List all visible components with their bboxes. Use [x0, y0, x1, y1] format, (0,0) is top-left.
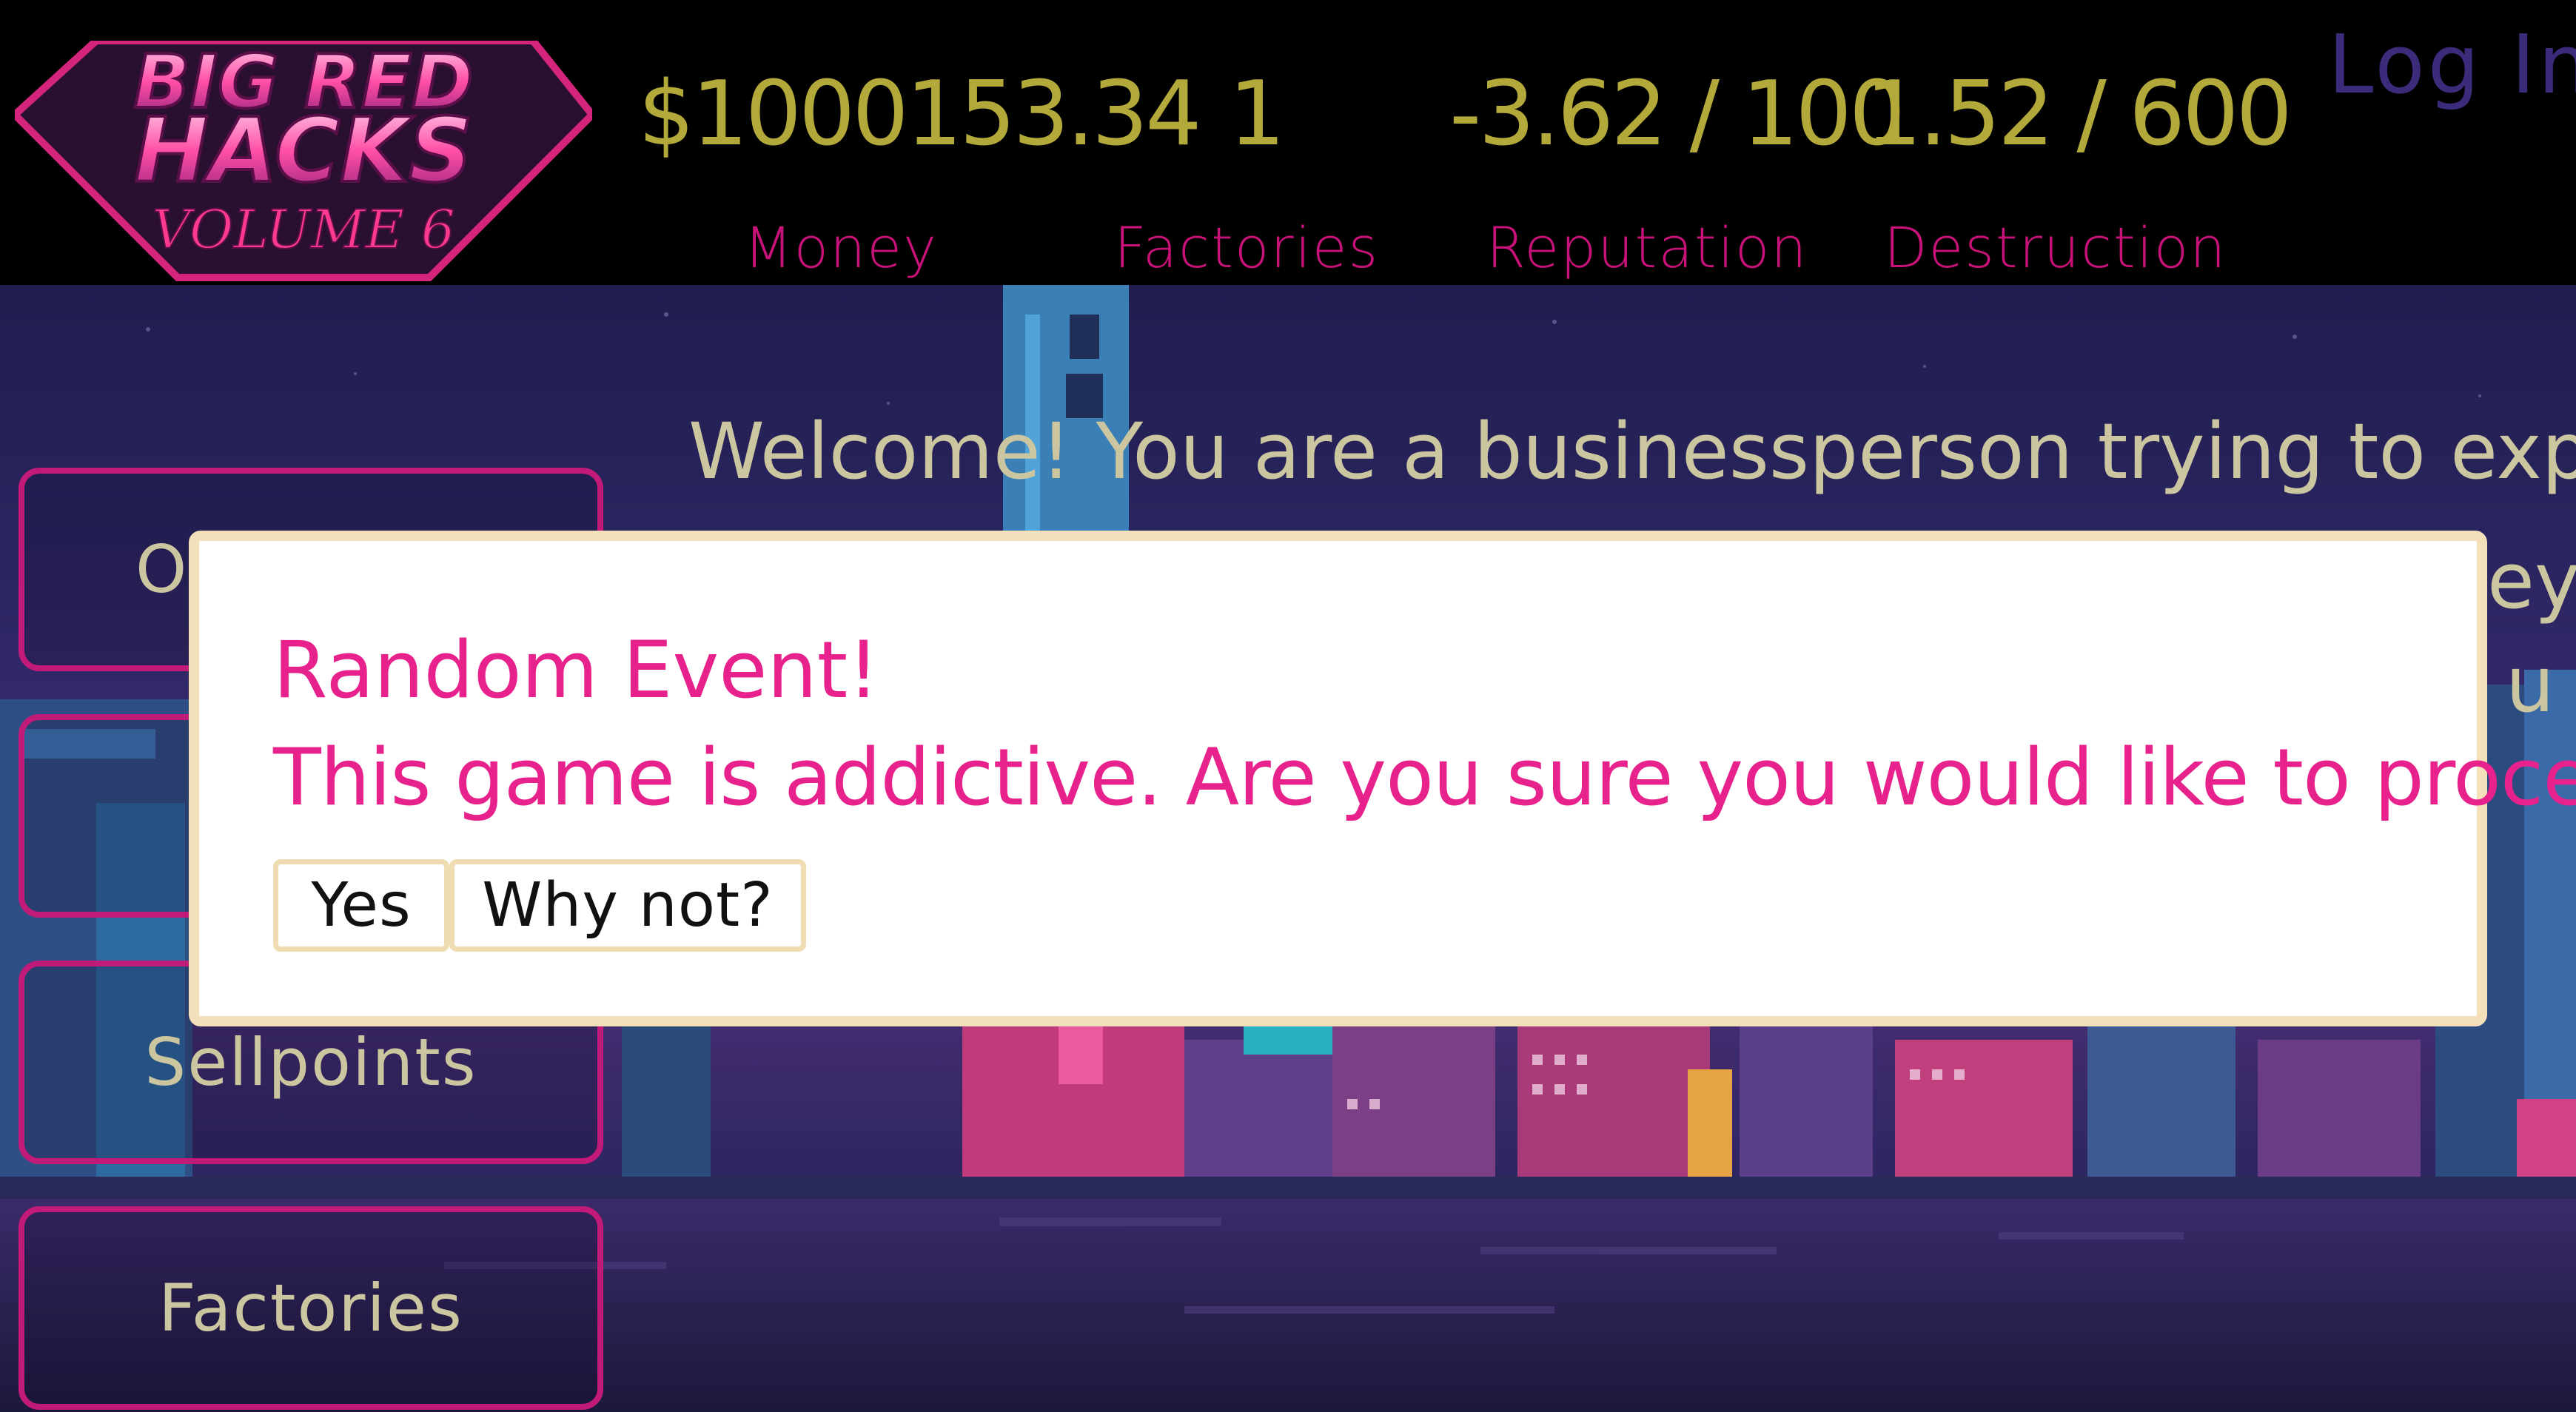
modal-message: This game is addictive. Are you sure you…: [273, 732, 2576, 823]
welcome-text-peek-1: ey: [2487, 536, 2576, 626]
logo-line2: HACKS: [134, 100, 472, 203]
destruction-value: 1.52 / 600: [1865, 63, 2292, 166]
big-red-hacks-logo: BIG RED HACKS VOLUME 6: [15, 41, 592, 281]
sidebar-item-label: Factories: [158, 1270, 463, 1346]
why-not-button[interactable]: Why not?: [449, 859, 806, 952]
money-value: $1000153.34: [638, 63, 1202, 166]
random-event-modal: Random Event! This game is addictive. Ar…: [189, 531, 2576, 1026]
yes-button[interactable]: Yes: [273, 859, 449, 952]
sidebar-item-label: O: [135, 531, 189, 608]
reputation-value: -3.62 / 100: [1449, 63, 1905, 166]
modal-title: Random Event!: [273, 625, 879, 716]
logo-line3: VOLUME 6: [152, 198, 455, 260]
factories-value: 1: [1229, 63, 1285, 166]
money-label: Money: [744, 215, 938, 280]
destruction-label: Destruction: [1884, 215, 2227, 280]
factories-label: Factories: [1114, 215, 1380, 280]
top-bar: BIG RED HACKS VOLUME 6 $1000153.34 1 -3.…: [0, 0, 2576, 285]
reputation-label: Reputation: [1486, 215, 1808, 280]
sidebar-item-factories[interactable]: Factories: [19, 1206, 603, 1410]
welcome-text: Welcome! You are a businessperson trying…: [688, 406, 2576, 497]
game-screen: Welcome! You are a businessperson trying…: [0, 0, 2576, 1412]
sidebar-item-label: Sellpoints: [144, 1024, 477, 1100]
welcome-text-peek-2: u: [2506, 639, 2555, 730]
login-link[interactable]: Log In: [2328, 16, 2576, 112]
